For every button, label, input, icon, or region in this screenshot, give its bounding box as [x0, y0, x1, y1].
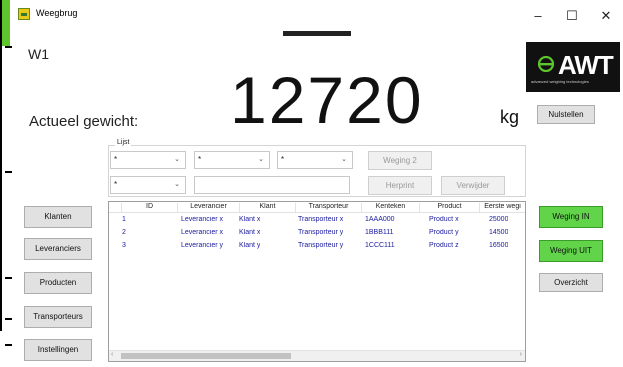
weigh-in-button[interactable]: Weging IN — [539, 206, 603, 228]
cell-product: Product x — [429, 216, 459, 223]
chevron-down-icon: ⌄ — [174, 156, 180, 163]
cell-first-weighing: 14500 — [489, 229, 509, 236]
column-header-supplier[interactable]: Leverancier — [177, 203, 239, 212]
close-button[interactable]: ✕ — [589, 5, 623, 27]
cell-first-weighing: 25000 — [489, 216, 509, 223]
cell-first-weighing: 16500 — [489, 242, 509, 249]
combo-value: * — [198, 155, 202, 164]
title-bar[interactable]: Weegbrug – ☐ ✕ — [12, 0, 623, 30]
nav-products-button[interactable]: Producten — [24, 272, 92, 294]
weight-indicator-bar — [283, 31, 351, 36]
logo-text: AWT — [558, 50, 614, 80]
scroll-right-icon[interactable]: › — [520, 351, 522, 358]
combo-value: * — [114, 180, 118, 189]
cell-supplier: Leverancier x — [181, 229, 224, 236]
cell-supplier: Leverancier x — [181, 216, 224, 223]
remove-button[interactable]: Verwijder — [441, 176, 505, 195]
current-weight-label: Actueel gewicht: — [29, 113, 139, 130]
weigh-out-button[interactable]: Weging UIT — [539, 240, 603, 262]
reset-button[interactable]: Nulstellen — [537, 105, 595, 124]
column-header-customer[interactable]: Klant — [239, 203, 295, 212]
cell-carrier: Transporteur y — [298, 229, 344, 236]
cell-carrier: Transporteur y — [298, 242, 344, 249]
list-filter-legend: Lijst — [115, 139, 132, 146]
combo-value: * — [281, 155, 285, 164]
logo-mark-icon — [538, 56, 554, 72]
background-bar — [0, 47, 2, 171]
awt-logo: AWT advanced weighing technologies — [526, 42, 620, 92]
cell-plate: 1CCC111 — [365, 242, 395, 249]
table-row[interactable]: 2 Leverancier x Klant x Transporteur y 1… — [109, 229, 525, 239]
column-header-first-weighing[interactable]: Eerste wegi — [479, 203, 525, 212]
nav-suppliers-button[interactable]: Leveranciers — [24, 238, 92, 260]
cell-customer: Klant x — [239, 216, 261, 223]
logo-tagline: advanced weighing technologies — [531, 79, 589, 84]
weight-display: 12720 — [230, 63, 424, 137]
weighings-table[interactable]: ID Leverancier Klant Transporteur Kentek… — [108, 201, 526, 362]
minimize-button[interactable]: – — [521, 5, 555, 27]
nav-settings-button[interactable]: Instellingen — [24, 339, 92, 361]
background-tick — [5, 344, 12, 346]
maximize-button[interactable]: ☐ — [555, 5, 589, 27]
reprint-button[interactable]: Herprint — [368, 176, 432, 195]
cell-plate: 1AAA000 — [365, 216, 395, 223]
customer-filter-combo[interactable]: * ⌄ — [194, 151, 270, 169]
table-row[interactable]: 1 Leverancier x Klant x Transporteur x 1… — [109, 216, 525, 226]
app-icon — [18, 8, 30, 20]
background-tick — [5, 46, 12, 48]
background-tick — [5, 171, 12, 173]
cell-id: 3 — [122, 242, 126, 249]
weegbrug-window: Weegbrug – ☐ ✕ W1 12720 kg Actueel gewic… — [12, 0, 623, 367]
column-header-rownum[interactable] — [109, 203, 121, 212]
column-header-carrier[interactable]: Transporteur — [295, 203, 361, 212]
column-header-product[interactable]: Product — [419, 203, 479, 212]
cell-plate: 1BBB111 — [365, 229, 394, 236]
combo-value: * — [114, 155, 118, 164]
weighing2-button[interactable]: Weging 2 — [368, 151, 432, 170]
cell-customer: Klant x — [239, 229, 261, 236]
search-input[interactable] — [194, 176, 350, 194]
scrollbar-thumb[interactable] — [121, 353, 291, 359]
scroll-left-icon[interactable]: ‹ — [111, 351, 113, 358]
chevron-down-icon: ⌄ — [341, 156, 347, 163]
cell-supplier: Leverancier y — [181, 242, 224, 249]
chevron-down-icon: ⌄ — [174, 181, 180, 188]
column-header-plate[interactable]: Kenteken — [361, 203, 419, 212]
window-title: Weegbrug — [36, 8, 78, 18]
chevron-down-icon: ⌄ — [258, 156, 264, 163]
table-header: ID Leverancier Klant Transporteur Kentek… — [109, 202, 525, 213]
background-tick — [5, 318, 12, 320]
weight-unit: kg — [500, 107, 520, 127]
background-bar — [0, 0, 2, 47]
cell-id: 2 — [122, 229, 126, 236]
carrier-filter-combo[interactable]: * ⌄ — [277, 151, 353, 169]
column-header-id[interactable]: ID — [121, 203, 177, 212]
cell-carrier: Transporteur x — [298, 216, 344, 223]
table-row[interactable]: 3 Leverancier y Klant y Transporteur y 1… — [109, 242, 525, 252]
cell-customer: Klant y — [239, 242, 261, 249]
horizontal-scrollbar[interactable]: ‹ › — [109, 350, 525, 361]
scale-id: W1 — [28, 46, 49, 62]
background-tick — [5, 277, 12, 279]
cell-product: Product z — [429, 242, 459, 249]
cell-id: 1 — [122, 216, 126, 223]
background-bar — [0, 171, 2, 331]
nav-customers-button[interactable]: Klanten — [24, 206, 92, 228]
cell-product: Product y — [429, 229, 459, 236]
nav-carriers-button[interactable]: Transporteurs — [24, 306, 92, 328]
overview-button[interactable]: Overzicht — [539, 273, 603, 292]
product-filter-combo[interactable]: * ⌄ — [110, 176, 186, 194]
supplier-filter-combo[interactable]: * ⌄ — [110, 151, 186, 169]
